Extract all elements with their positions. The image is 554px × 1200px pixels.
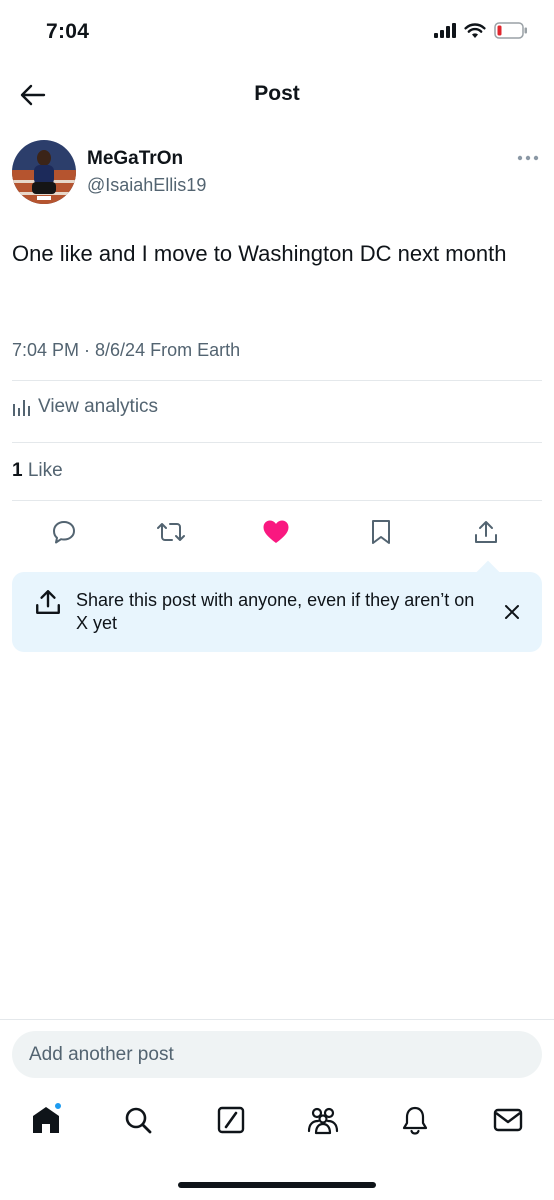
repost-icon [157, 523, 185, 541]
avatar[interactable] [12, 140, 76, 204]
analytics-bars-icon [13, 400, 30, 416]
post-action-bar [12, 510, 542, 554]
composer-placeholder: Add another post [29, 1044, 174, 1065]
close-tooltip-button[interactable] [498, 598, 526, 626]
tab-grok[interactable] [209, 1098, 253, 1142]
tab-communities[interactable] [301, 1098, 345, 1142]
reply-icon [53, 521, 75, 544]
tab-messages[interactable] [486, 1098, 530, 1142]
share-tooltip: Share this post with anyone, even if the… [12, 560, 542, 652]
search-icon [125, 1107, 152, 1134]
reply-button[interactable] [42, 510, 86, 554]
top-navigation: Post [0, 66, 554, 122]
more-dots-icon [517, 155, 539, 161]
post-author: MeGaTrOn @IsaiahEllis19 [12, 140, 542, 206]
status-icons [434, 22, 528, 39]
avatar-image [12, 140, 76, 204]
share-button[interactable] [464, 510, 508, 554]
post-text: One like and I move to Washington DC nex… [12, 241, 507, 266]
status-bar: 7:04 [0, 0, 554, 66]
divider [12, 442, 542, 443]
tab-search[interactable] [116, 1098, 160, 1142]
tab-home[interactable] [24, 1098, 68, 1142]
post-timestamp: 7:04 PM · 8/6/24 From Earth [12, 340, 241, 360]
battery-icon [494, 22, 527, 39]
more-options-button[interactable] [514, 148, 542, 168]
grok-icon [217, 1106, 245, 1134]
share-icon [475, 521, 497, 543]
author-display-name[interactable]: MeGaTrOn [87, 148, 183, 170]
bookmark-button[interactable] [359, 510, 403, 554]
status-time: 7:04 [46, 20, 90, 43]
mail-icon [493, 1108, 523, 1132]
share-icon [36, 590, 60, 614]
communities-icon [307, 1107, 339, 1135]
like-count: 1 [12, 460, 23, 481]
view-analytics-label: View analytics [38, 396, 159, 417]
heart-filled-icon [263, 520, 289, 543]
divider [12, 380, 542, 381]
notification-dot [54, 1102, 62, 1110]
reply-composer-input[interactable]: Add another post [12, 1031, 542, 1078]
bottom-tab-bar [0, 1098, 554, 1146]
close-icon [505, 605, 519, 619]
divider [12, 500, 542, 501]
view-analytics-link[interactable]: View analytics [12, 396, 158, 418]
like-count-label: Like [27, 460, 63, 481]
bell-icon [402, 1106, 428, 1135]
author-handle[interactable]: @IsaiahEllis19 [87, 175, 206, 196]
page-title: Post [254, 82, 300, 105]
divider [0, 1019, 554, 1020]
tooltip-pointer [476, 560, 500, 584]
share-tooltip-text: Share this post with anyone, even if the… [76, 590, 475, 633]
cellular-signal-icon [434, 23, 456, 38]
likes-count-link[interactable]: 1 Like [12, 460, 63, 482]
home-indicator [178, 1182, 376, 1188]
wifi-icon [464, 22, 486, 38]
like-button[interactable] [254, 510, 298, 554]
repost-button[interactable] [149, 510, 193, 554]
bookmark-icon [372, 520, 390, 544]
tab-notifications[interactable] [393, 1098, 437, 1142]
